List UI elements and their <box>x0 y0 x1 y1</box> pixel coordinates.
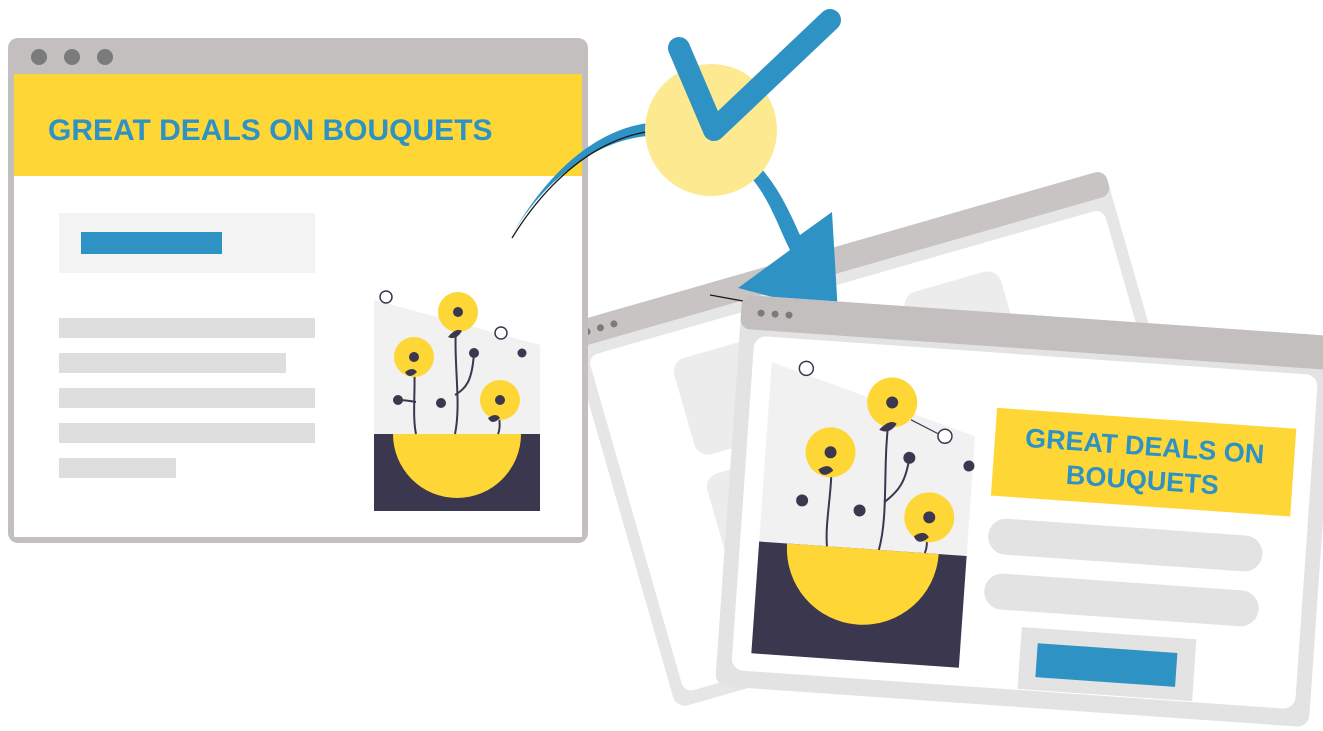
window-dot <box>64 49 80 65</box>
berry-dot <box>393 395 403 405</box>
left-banner-headline: GREAT DEALS ON BOUQUETS <box>48 114 492 147</box>
checkmark-icon <box>645 9 841 196</box>
left-text-line <box>59 388 315 408</box>
illustration: GREAT DEALS ON BOUQUETS GREAT DEALS ON B… <box>0 0 1323 731</box>
berry-dot <box>436 398 446 408</box>
left-text-line <box>59 353 286 373</box>
left-browser-window: GREAT DEALS ON BOUQUETS <box>8 38 588 543</box>
outline-dot <box>379 290 393 304</box>
outline-dot <box>937 428 953 444</box>
flower-center <box>453 307 463 317</box>
left-text-line <box>59 423 315 443</box>
flower-center <box>409 352 419 362</box>
right-browser-window: GREAT DEALS ON BOUQUETS <box>715 295 1323 727</box>
berry-dot <box>517 348 527 358</box>
left-text-line <box>59 458 176 478</box>
outline-dot <box>494 326 508 340</box>
left-cta-button <box>81 232 222 254</box>
window-dot <box>31 49 47 65</box>
flower-center <box>495 395 505 405</box>
outline-dot <box>798 360 815 377</box>
berry-dot <box>469 348 479 358</box>
left-text-line <box>59 318 315 338</box>
illustration-canvas: GREAT DEALS ON BOUQUETS GREAT DEALS ON B… <box>8 9 1323 727</box>
window-dot <box>97 49 113 65</box>
